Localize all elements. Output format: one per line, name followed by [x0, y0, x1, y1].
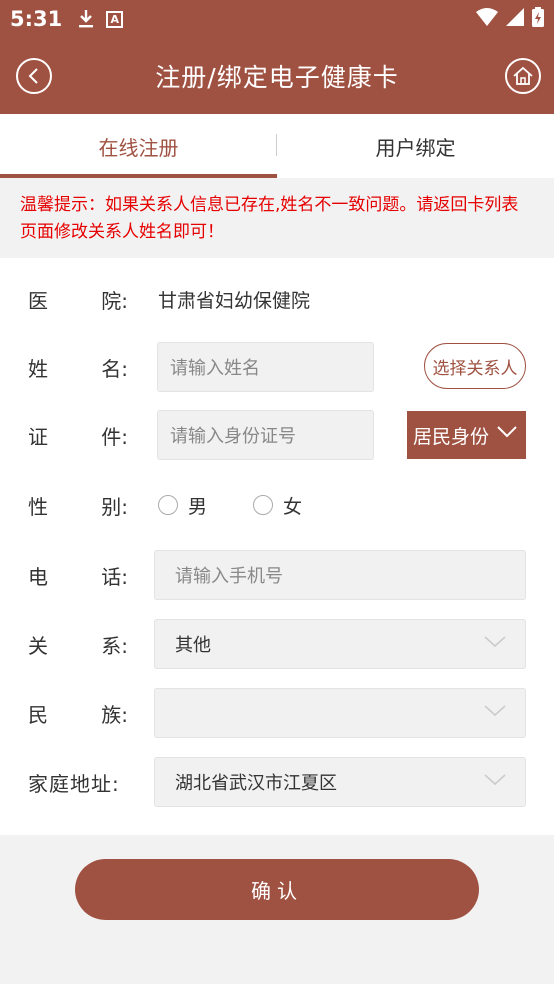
relation-value: 其他 — [175, 635, 211, 656]
address-label: 家庭地址: — [28, 771, 120, 796]
gender-male-radio[interactable]: 男 — [158, 492, 207, 519]
relation-select[interactable]: 其他 — [154, 619, 526, 669]
page-title: 注册/绑定电子健康卡 — [155, 63, 399, 92]
tab-bar: 在线注册 用户绑定 — [0, 114, 554, 178]
gender-label: 性别: — [28, 494, 128, 519]
phone-row: 电话: 请输入手机号 — [0, 550, 554, 600]
address-row: 家庭地址: 湖北省武汉市江夏区 — [0, 757, 554, 807]
wifi-icon — [476, 7, 498, 31]
hospital-label: 医院: — [28, 288, 128, 313]
battery-icon — [532, 6, 544, 32]
chevron-down-icon — [484, 636, 506, 648]
relation-label: 关系: — [28, 633, 128, 658]
chevron-left-icon — [28, 68, 38, 84]
back-button[interactable] — [16, 58, 52, 94]
chevron-down-icon — [484, 705, 506, 717]
id-type-select[interactable]: 居民身份 — [407, 411, 526, 459]
address-select[interactable]: 湖北省武汉市江夏区 — [154, 757, 526, 807]
id-row: 证件: 请输入身份证号 居民身份 — [0, 410, 554, 460]
home-button[interactable] — [505, 58, 541, 94]
ethnicity-row: 民族: — [0, 688, 554, 738]
registration-form: 医院: 甘肃省妇幼保健院 姓名: 请输入姓名 选择关系人 证件: 请输入身份证号… — [0, 258, 554, 835]
id-number-input[interactable]: 请输入身份证号 — [157, 410, 374, 460]
relation-row: 关系: 其他 — [0, 619, 554, 669]
select-contact-button[interactable]: 选择关系人 — [424, 343, 526, 389]
notice-text: 温馨提示：如果关系人信息已存在,姓名不一致问题。请返回卡列表页面修改关系人姓名即… — [0, 178, 554, 258]
name-input[interactable]: 请输入姓名 — [157, 342, 374, 392]
phone-input[interactable]: 请输入手机号 — [154, 550, 526, 600]
phone-label: 电话: — [28, 564, 128, 589]
id-type-value: 居民身份 — [413, 425, 490, 448]
name-row: 姓名: 请输入姓名 选择关系人 — [0, 342, 554, 392]
chevron-down-icon — [497, 426, 517, 438]
tab-user-bind[interactable]: 用户绑定 — [277, 114, 554, 178]
status-time: 5:31 — [10, 7, 63, 31]
name-label: 姓名: — [28, 356, 128, 381]
navbar: 注册/绑定电子健康卡 — [0, 38, 554, 114]
signal-icon — [506, 7, 524, 31]
tab-online-register[interactable]: 在线注册 — [0, 114, 277, 178]
radio-circle — [253, 495, 273, 515]
status-bar: 5:31 A — [0, 0, 554, 38]
address-value: 湖北省武汉市江夏区 — [175, 773, 337, 794]
hospital-row: 医院: 甘肃省妇幼保健院 — [0, 274, 554, 324]
home-icon — [513, 66, 533, 85]
hospital-value: 甘肃省妇幼保健院 — [158, 289, 311, 312]
ethnicity-label: 民族: — [28, 702, 128, 727]
gender-row: 性别: 男 女 — [0, 480, 554, 530]
confirm-button[interactable]: 确认 — [75, 859, 479, 920]
chevron-down-icon — [484, 774, 506, 786]
ethnicity-select[interactable] — [154, 688, 526, 738]
id-label: 证件: — [28, 424, 128, 449]
keyboard-a-icon: A — [106, 10, 124, 28]
app-header: 5:31 A 注册/绑定电子健康卡 — [0, 0, 554, 114]
gender-female-radio[interactable]: 女 — [253, 492, 302, 519]
radio-circle — [158, 495, 178, 515]
download-icon — [78, 9, 94, 29]
